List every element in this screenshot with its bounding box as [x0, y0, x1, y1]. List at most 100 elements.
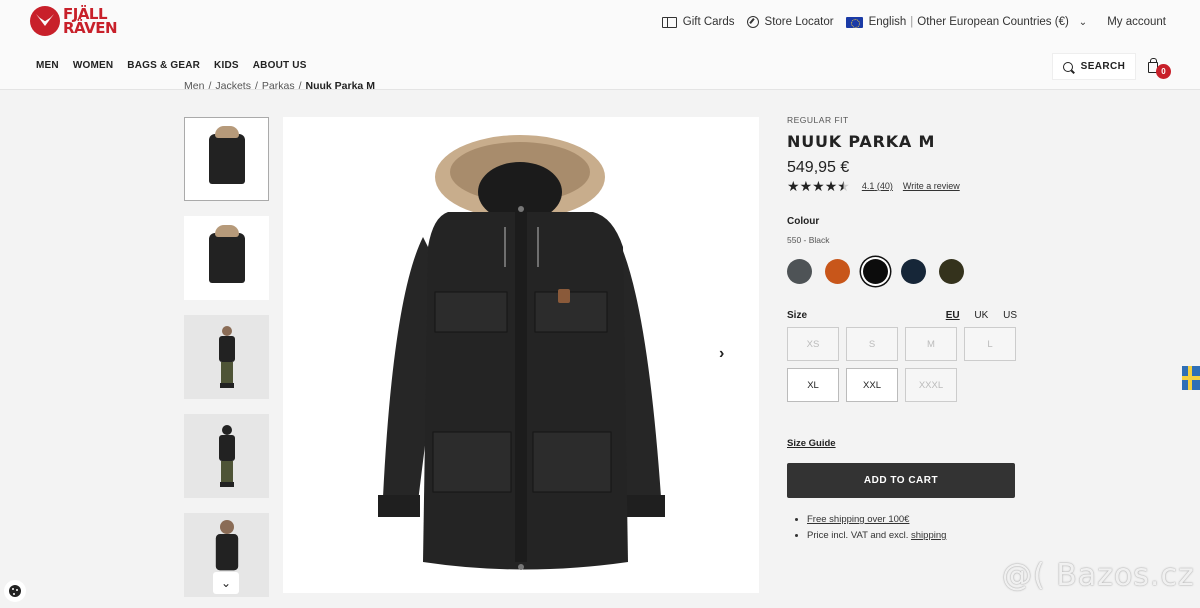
gift-card-icon — [661, 16, 677, 28]
main-product-image[interactable] — [283, 117, 759, 593]
rating-value-link[interactable]: 4.1 (40) — [862, 181, 893, 191]
size-option-xs[interactable]: XS — [787, 327, 839, 361]
cookie-settings-button[interactable] — [4, 580, 26, 602]
brand-logo[interactable]: FJÄLL RÄVEN — [30, 6, 118, 37]
vat-note: Price incl. VAT and excl. — [807, 530, 909, 541]
breadcrumb-parkas[interactable]: Parkas — [262, 80, 295, 92]
jacket-back-thumbnail-image — [208, 225, 245, 283]
search-label: SEARCH — [1080, 61, 1126, 72]
product-price: 549,95 € — [787, 159, 850, 176]
utility-links: Gift Cards Store Locator English | Other… — [650, 16, 1166, 28]
shipping-info-list: Free shipping over 100€ Price incl. VAT … — [787, 514, 1017, 541]
vat-info-item: Price incl. VAT and excl. shipping — [807, 530, 1017, 541]
locale-divider: | — [910, 16, 914, 28]
thumbnails-scroll-down-button[interactable]: ⌄ — [213, 572, 239, 594]
product-rating: ★ ★ ★ ★ ★ 4.1 (40) Write a review — [787, 179, 1017, 193]
chevron-down-icon: ⌄ — [220, 576, 232, 590]
size-options: XS S M L XL XXL XXXL — [787, 327, 1017, 402]
rating-value: 4.1 — [861, 181, 875, 191]
thumbnail-model-back[interactable] — [184, 414, 269, 498]
star-icon: ★ — [824, 178, 838, 194]
thumbnail-model-front[interactable] — [184, 315, 269, 399]
breadcrumb-jackets[interactable]: Jackets — [215, 80, 251, 92]
size-guide-link[interactable]: Size Guide — [787, 438, 1017, 449]
size-unit-us[interactable]: US — [1003, 310, 1017, 321]
gift-cards-label: Gift Cards — [682, 16, 735, 28]
watermark: @( Bazos.cz — [1002, 558, 1195, 593]
thumbnail-back[interactable] — [184, 216, 269, 300]
review-count: (40) — [876, 181, 893, 191]
breadcrumb-separator: / — [298, 80, 302, 92]
brand-wordmark: FJÄLL RÄVEN — [63, 7, 118, 37]
compass-icon — [746, 16, 759, 28]
store-locator-label: Store Locator — [764, 16, 834, 28]
colour-label: Colour — [787, 216, 820, 227]
breadcrumb-men[interactable]: Men — [184, 80, 204, 92]
model-back-thumbnail-image — [217, 425, 237, 487]
brand-line-2: RÄVEN — [63, 19, 118, 37]
parka-image — [378, 135, 665, 570]
size-option-m[interactable]: M — [905, 327, 957, 361]
size-unit-uk[interactable]: UK — [974, 310, 988, 321]
breadcrumb: Men / Jackets / Parkas / Nuuk Parka M — [184, 80, 379, 92]
my-account-link[interactable]: My account — [1107, 16, 1166, 28]
size-option-xl[interactable]: XL — [787, 368, 839, 402]
swedish-flag-icon[interactable] — [1182, 366, 1200, 390]
next-image-chevron-right-icon[interactable]: › — [719, 345, 724, 363]
fit-label: REGULAR FIT — [787, 115, 849, 125]
size-label: Size — [787, 310, 808, 321]
rating-stars: ★ ★ ★ ★ ★ — [787, 179, 850, 193]
colour-swatches — [787, 259, 1017, 284]
thumbnail-front[interactable] — [184, 117, 269, 201]
nav-about-us[interactable]: ABOUT US — [253, 60, 307, 71]
breadcrumb-separator: / — [254, 80, 258, 92]
breadcrumb-separator: / — [208, 80, 212, 92]
language-label: English — [868, 16, 907, 28]
shipping-link[interactable]: shipping — [911, 530, 946, 541]
cookie-icon — [9, 585, 21, 597]
locale-selector[interactable]: English | Other European Countries (€) ⌄ — [845, 16, 1088, 28]
store-locator-link[interactable]: Store Locator — [746, 16, 834, 28]
nav-women[interactable]: WOMEN — [73, 60, 113, 71]
size-unit-eu[interactable]: EU — [946, 310, 960, 321]
jacket-front-thumbnail-image — [208, 126, 245, 184]
size-option-xxxl[interactable]: XXXL — [905, 368, 957, 402]
cart-button[interactable]: 0 — [1148, 58, 1171, 80]
search-icon — [1062, 61, 1073, 72]
star-icon: ★ — [787, 178, 800, 194]
cart-count-badge: 0 — [1156, 64, 1171, 79]
colour-swatch[interactable] — [787, 259, 812, 284]
gift-cards-link[interactable]: Gift Cards — [661, 16, 735, 28]
write-review-link[interactable]: Write a review — [903, 181, 960, 191]
main-nav: MEN WOMEN BAGS & GEAR KIDS ABOUT US — [36, 60, 321, 71]
size-unit-switch: EU UK US — [934, 310, 1017, 321]
product-title: NUUK PARKA M — [787, 132, 936, 151]
nav-men[interactable]: MEN — [36, 60, 59, 71]
eu-flag-icon — [845, 16, 863, 28]
region-label: Other European Countries (€) — [917, 16, 1069, 28]
colour-swatch[interactable] — [939, 259, 964, 284]
site-header: FJÄLL RÄVEN Gift Cards Store Locator Eng… — [0, 0, 1200, 90]
size-option-l[interactable]: L — [964, 327, 1016, 361]
add-to-cart-button[interactable]: ADD TO CART — [787, 463, 1015, 498]
nav-kids[interactable]: KIDS — [214, 60, 239, 71]
colour-swatch[interactable] — [901, 259, 926, 284]
breadcrumb-current: Nuuk Parka M — [305, 80, 375, 92]
free-shipping-link[interactable]: Free shipping over 100€ — [807, 514, 909, 525]
chevron-down-icon: ⌄ — [1078, 16, 1088, 28]
star-icon: ★ — [837, 178, 850, 194]
colour-swatch[interactable] — [825, 259, 850, 284]
size-option-s[interactable]: S — [846, 327, 898, 361]
model-thumbnail-image — [217, 326, 237, 388]
size-option-xxl[interactable]: XXL — [846, 368, 898, 402]
thumbnail-gallery — [184, 117, 269, 608]
size-header: Size EU UK US — [787, 310, 1017, 321]
nav-bags-gear[interactable]: BAGS & GEAR — [127, 60, 200, 71]
colour-swatch[interactable] — [863, 259, 888, 284]
star-icon: ★ — [812, 178, 825, 194]
free-shipping-item: Free shipping over 100€ — [807, 514, 1017, 525]
selected-colour-name: 550 - Black — [787, 235, 830, 245]
search-button[interactable]: SEARCH — [1052, 53, 1136, 80]
fox-logo-icon — [30, 6, 60, 36]
my-account-label: My account — [1107, 16, 1166, 28]
